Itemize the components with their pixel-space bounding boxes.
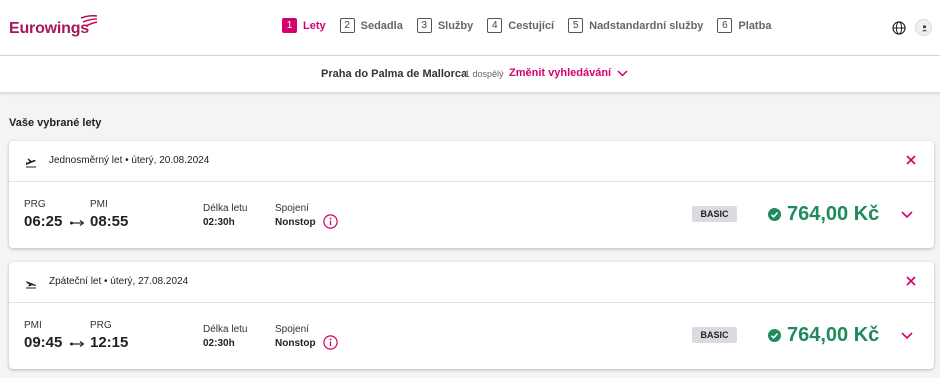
step-number: 5 bbox=[568, 18, 584, 33]
step-number: 6 bbox=[717, 18, 733, 33]
flight-card: Jednosměrný let • úterý, 20.08.2024 PRG … bbox=[9, 141, 934, 248]
flight-card-header: Zpáteční let • úterý, 27.08.2024 bbox=[9, 262, 934, 303]
step-payment[interactable]: 6 Platba bbox=[717, 18, 771, 33]
close-icon[interactable] bbox=[905, 154, 917, 166]
arrival-time: 08:55 bbox=[90, 213, 129, 230]
step-flights[interactable]: 1 Lety bbox=[282, 18, 326, 33]
step-number: 3 bbox=[416, 18, 432, 33]
route-text: Praha do Palma de Mallorca bbox=[321, 68, 468, 80]
top-navigation-bar: Eurowings 1 Lety 2 Sedadla 3 Služby 4 Ce… bbox=[0, 0, 940, 56]
user-glyph-icon bbox=[921, 25, 928, 32]
chevron-down-icon[interactable] bbox=[901, 211, 913, 219]
duration-label: Délka letu bbox=[203, 324, 248, 335]
arrival-code: PMI bbox=[90, 199, 108, 210]
globe-icon[interactable] bbox=[892, 21, 906, 35]
eurowings-logo[interactable]: Eurowings bbox=[9, 20, 89, 38]
booking-steps: 1 Lety 2 Sedadla 3 Služby 4 Cestující 5 … bbox=[282, 18, 785, 33]
step-label: Nadstandardní služby bbox=[589, 19, 704, 32]
departure-code: PMI bbox=[24, 320, 42, 331]
change-search-button[interactable]: Změnit vyhledávání bbox=[509, 67, 628, 79]
flight-card: Zpáteční let • úterý, 27.08.2024 PMI 09:… bbox=[9, 262, 934, 369]
change-search-label: Změnit vyhledávání bbox=[509, 67, 612, 79]
info-icon[interactable] bbox=[323, 335, 338, 350]
chevron-down-icon[interactable] bbox=[901, 332, 913, 340]
flight-header-text: Jednosměrný let • úterý, 20.08.2024 bbox=[49, 155, 210, 166]
step-number: 4 bbox=[487, 18, 503, 33]
fare-badge: BASIC bbox=[692, 206, 737, 222]
step-premium-services[interactable]: 5 Nadstandardní služby bbox=[568, 18, 703, 33]
step-label: Platba bbox=[738, 19, 772, 32]
flight-card-header: Jednosměrný let • úterý, 20.08.2024 bbox=[9, 141, 934, 182]
connection-value: Nonstop bbox=[275, 217, 316, 228]
step-label: Cestující bbox=[508, 19, 555, 32]
search-summary-bar: Praha do Palma de Mallorca 1 dospělý Změ… bbox=[0, 56, 940, 92]
chevron-down-icon bbox=[617, 69, 628, 77]
departure-code: PRG bbox=[24, 199, 46, 210]
step-number: 2 bbox=[339, 18, 355, 33]
duration-value: 02:30h bbox=[203, 338, 235, 349]
step-label: Sedadla bbox=[360, 19, 403, 32]
arrow-icon bbox=[70, 220, 84, 226]
flight-header-text: Zpáteční let • úterý, 27.08.2024 bbox=[49, 276, 189, 287]
arrow-icon bbox=[70, 341, 84, 347]
plane-landing-icon bbox=[26, 281, 36, 289]
step-passengers[interactable]: 4 Cestující bbox=[487, 18, 554, 33]
section-title: Vaše vybrané lety bbox=[9, 117, 102, 129]
departure-time: 09:45 bbox=[24, 334, 63, 351]
step-seats[interactable]: 2 Sedadla bbox=[339, 18, 403, 33]
close-icon[interactable] bbox=[905, 275, 917, 287]
flight-price: 764,00 Kč bbox=[787, 324, 880, 346]
plane-takeoff-icon bbox=[26, 158, 36, 168]
check-circle-icon bbox=[768, 208, 781, 221]
passenger-count: 1 dospělý bbox=[465, 69, 504, 79]
connection-label: Spojení bbox=[275, 203, 309, 214]
step-label: Lety bbox=[303, 19, 326, 32]
departure-time: 06:25 bbox=[24, 213, 63, 230]
info-icon[interactable] bbox=[323, 214, 338, 229]
duration-value: 02:30h bbox=[203, 217, 235, 228]
arrival-time: 12:15 bbox=[90, 334, 129, 351]
user-icon[interactable] bbox=[915, 19, 932, 36]
flight-price: 764,00 Kč bbox=[787, 203, 880, 225]
step-services[interactable]: 3 Služby bbox=[416, 18, 474, 33]
step-label: Služby bbox=[437, 19, 474, 32]
logo-mark-icon bbox=[80, 15, 98, 27]
check-circle-icon bbox=[768, 329, 781, 342]
duration-label: Délka letu bbox=[203, 203, 248, 214]
arrival-code: PRG bbox=[90, 320, 112, 331]
fare-badge: BASIC bbox=[692, 327, 737, 343]
connection-value: Nonstop bbox=[275, 338, 316, 349]
step-number: 1 bbox=[282, 18, 297, 33]
connection-label: Spojení bbox=[275, 324, 309, 335]
